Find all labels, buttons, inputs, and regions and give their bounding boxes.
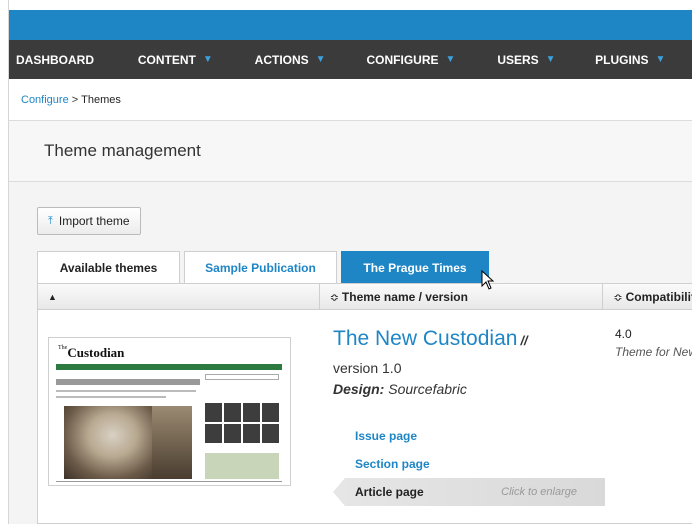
tab-sample-publication[interactable]: Sample Publication (184, 251, 337, 283)
top-bar (9, 0, 692, 40)
compat-version: 4.0 (615, 327, 632, 341)
main-nav: DASHBOARD CONTENT ▼ ACTIONS ▼ CONFIGURE … (9, 40, 692, 79)
click-to-enlarge-hint: Click to enlarge (501, 486, 577, 498)
theme-info: The New Custodian// version 1.0 Design: … (333, 327, 613, 397)
thumbnail-gallery-item (224, 403, 241, 422)
tab-prague-times-label: The Prague Times (363, 260, 467, 275)
publication-tabs: Available themes Sample Publication The … (37, 251, 493, 283)
thumbnail-photo (64, 406, 152, 479)
nav-dashboard[interactable]: DASHBOARD (9, 53, 131, 67)
chevron-down-icon: ▼ (655, 54, 666, 65)
nav-users[interactable]: USERS ▼ (490, 53, 588, 67)
thumbnail-gallery-item (224, 424, 241, 443)
page-title: Theme management (44, 141, 201, 160)
breadcrumb-current: Themes (81, 93, 121, 106)
mouse-cursor-icon (481, 270, 495, 290)
thumbnail-gallery (205, 403, 279, 443)
nav-plugins[interactable]: PLUGINS ▼ (588, 53, 692, 67)
tab-available-themes-label: Available themes (59, 260, 158, 275)
page-title-bar: Theme management (9, 121, 692, 182)
compatibility-column-label: Compatibility (625, 290, 692, 304)
nav-configure-label: CONFIGURE (366, 52, 439, 67)
nav-actions[interactable]: ACTIONS ▼ (248, 53, 360, 67)
thumbnail-gallery-item (262, 403, 279, 422)
thumbnail-masthead-text: Custodian (67, 345, 125, 360)
table-header: ▲ ≎ Theme name / version ≎ Compatibility (38, 284, 692, 310)
main-content: ⤒ Import theme Available themes Sample P… (9, 182, 692, 524)
app-window: DASHBOARD CONTENT ▼ ACTIONS ▼ CONFIGURE … (8, 0, 692, 524)
thumbnail-masthead-prefix: The (58, 345, 68, 351)
chevron-down-icon: ▼ (315, 54, 326, 65)
sort-column-header[interactable]: ▲ (38, 284, 320, 310)
theme-design-value: Sourcefabric (388, 381, 467, 397)
nav-content-label: CONTENT (137, 52, 196, 67)
theme-name-separator: // (520, 333, 528, 348)
theme-design: Design: Sourcefabric (333, 381, 613, 397)
nav-users-label: USERS (497, 52, 539, 67)
theme-name-column-header[interactable]: ≎ Theme name / version (320, 284, 604, 310)
import-theme-button[interactable]: ⤒ Import theme (37, 207, 141, 235)
compat-description: Theme for Newscoop (615, 345, 692, 359)
theme-compatibility: 4.0 Theme for Newscoop (615, 327, 692, 359)
issue-page-link[interactable]: Issue page (333, 422, 605, 450)
tab-prague-times[interactable]: The Prague Times (341, 251, 489, 283)
sort-icon: ≎ (613, 291, 623, 304)
thumbnail-text-line (56, 390, 196, 392)
thumbnail-headline (56, 379, 200, 385)
section-page-label: Section page (355, 457, 430, 471)
theme-thumbnail[interactable]: TheCustodian (48, 337, 291, 486)
nav-content[interactable]: CONTENT ▼ (131, 53, 248, 67)
thumbnail-gallery-item (243, 424, 260, 443)
sort-up-icon: ▲ (48, 292, 57, 302)
theme-title[interactable]: The New Custodian// (333, 327, 613, 351)
import-theme-label: Import theme (58, 214, 130, 228)
compatibility-column-header[interactable]: ≎ Compatibility (603, 284, 692, 310)
chevron-down-icon: ▼ (445, 54, 456, 65)
tab-available-themes[interactable]: Available themes (37, 251, 180, 283)
thumbnail-gallery-item (205, 403, 222, 422)
thumbnail-gallery-item (243, 403, 260, 422)
chevron-down-icon: ▼ (545, 54, 556, 65)
section-page-link[interactable]: Section page (333, 450, 605, 478)
theme-page-links: Issue page Section page Article page Cli… (333, 422, 605, 506)
nav-dashboard-label: DASHBOARD (16, 52, 94, 67)
upload-icon: ⤒ (48, 214, 53, 227)
sort-icon: ≎ (329, 291, 339, 304)
nav-plugins-label: PLUGINS (595, 52, 649, 67)
theme-version: version 1.0 (333, 360, 402, 376)
thumbnail-masthead: TheCustodian (58, 345, 124, 361)
thumbnail-gallery-item (205, 424, 222, 443)
thumbnail-gallery-item (262, 424, 279, 443)
tab-sample-publication-label: Sample Publication (205, 260, 316, 275)
theme-name-column-label: Theme name / version (341, 290, 468, 304)
window-edge (0, 0, 8, 524)
issue-page-label: Issue page (355, 429, 418, 443)
thumbnail-photo (152, 406, 192, 479)
theme-name: The New Custodian (333, 327, 518, 350)
thumbnail-map (205, 453, 279, 479)
thumbnail-footer (56, 481, 282, 482)
thumbnail-nav-strip (56, 364, 282, 370)
nav-actions-label: ACTIONS (254, 52, 309, 67)
thumbnail-search-box (205, 374, 279, 380)
thumbnail-preview: TheCustodian (52, 341, 287, 482)
chevron-down-icon: ▼ (202, 54, 213, 65)
article-page-link[interactable]: Article page Click to enlarge (333, 478, 605, 506)
breadcrumb: Configure > Themes (9, 79, 692, 121)
theme-design-label: Design: (333, 381, 385, 397)
nav-configure[interactable]: CONFIGURE ▼ (360, 53, 491, 67)
themes-table: ▲ ≎ Theme name / version ≎ Compatibility… (37, 283, 692, 524)
breadcrumb-separator: > (71, 93, 79, 106)
article-page-label: Article page (355, 485, 424, 499)
breadcrumb-configure-link[interactable]: Configure (21, 94, 69, 106)
thumbnail-text-line (56, 396, 166, 398)
